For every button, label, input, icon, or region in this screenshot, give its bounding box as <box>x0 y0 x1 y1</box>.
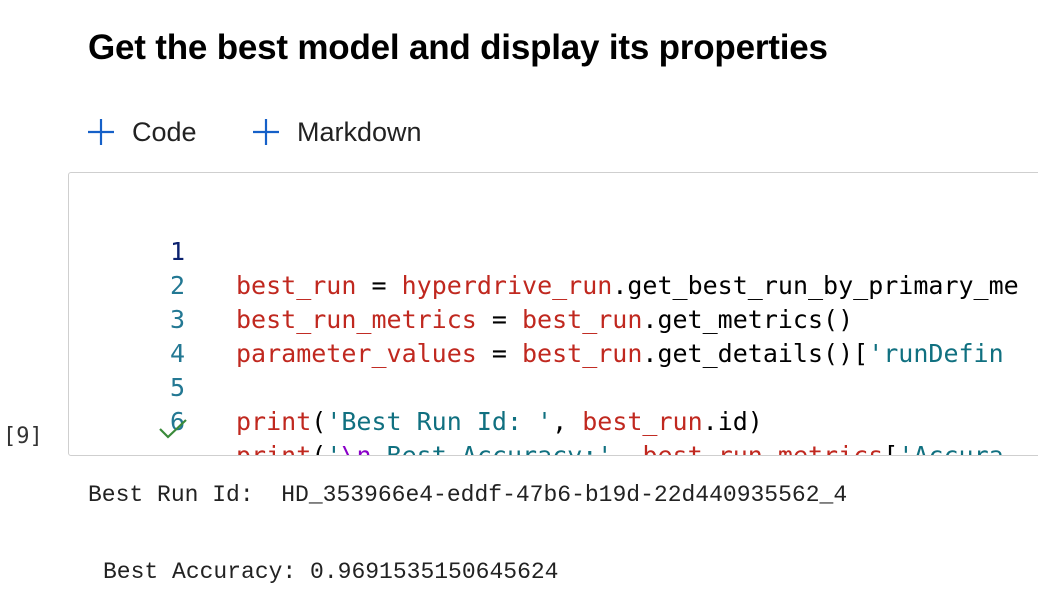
code-line[interactable]: 5 print('Best Run Id: ', best_run.id) <box>69 337 1038 436</box>
check-icon <box>159 419 187 439</box>
add-code-cell-button[interactable]: Code <box>86 112 197 152</box>
code-text[interactable]: print('\n Best Accuracy:', best_run_metr… <box>236 439 1004 455</box>
execution-count: [9] <box>3 424 43 449</box>
code-line[interactable]: 2 best_run_metrics = best_run.get_metric… <box>69 235 1038 334</box>
code-line[interactable]: 4 <box>69 303 1038 368</box>
output-line: Best Run Id: HD_353966e4-eddf-47b6-b19d-… <box>88 482 848 508</box>
section-heading: Get the best model and display its prope… <box>88 28 828 67</box>
add-markdown-cell-button[interactable]: Markdown <box>251 112 422 152</box>
plus-icon <box>253 119 279 145</box>
code-editor[interactable]: 1 best_run = hyperdrive_run.get_best_run… <box>69 201 1038 455</box>
output-line: Best Accuracy: 0.9691535150645624 <box>103 559 559 585</box>
code-line[interactable]: 6 print('\n Best Accuracy:', best_run_me… <box>69 371 1038 455</box>
add-markdown-label: Markdown <box>297 116 422 147</box>
add-code-label: Code <box>132 116 197 147</box>
code-cell[interactable]: 1 best_run = hyperdrive_run.get_best_run… <box>68 172 1038 456</box>
plus-icon <box>88 119 114 145</box>
code-line[interactable]: 1 best_run = hyperdrive_run.get_best_run… <box>69 201 1038 300</box>
code-text[interactable]: print('Best Run Id: ', best_run.id) <box>236 405 763 439</box>
code-line[interactable]: 3 parameter_values = best_run.get_detail… <box>69 269 1038 368</box>
